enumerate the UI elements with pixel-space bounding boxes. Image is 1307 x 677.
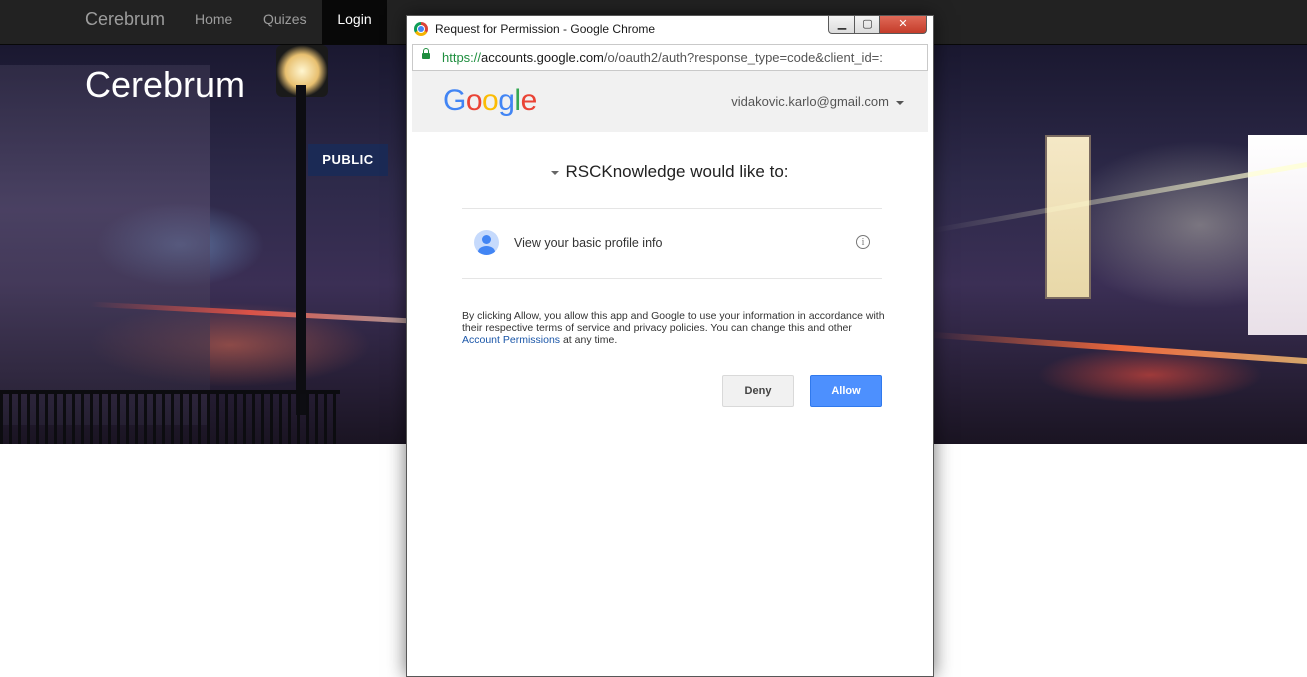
hero-title: Cerebrum [85, 64, 246, 105]
close-button[interactable]: ✕ [879, 16, 927, 34]
public-sign: PUBLIC [308, 144, 388, 176]
window-titlebar[interactable]: Request for Permission - Google Chrome ▁… [407, 16, 933, 43]
minimize-button[interactable]: ▁ [828, 16, 856, 34]
request-title[interactable]: RSCKnowledge would like to: [412, 162, 928, 182]
consent-page: Google vidakovic.karlo@gmail.com RSCKnow… [412, 71, 928, 676]
url-scheme: https:// [442, 50, 482, 65]
url-text[interactable]: https://accounts.google.com/o/oauth2/aut… [442, 45, 922, 70]
person-icon [474, 230, 499, 255]
hero-building-left [0, 65, 210, 425]
info-icon[interactable]: i [856, 235, 870, 249]
scope-item: View your basic profile info i [462, 209, 882, 278]
google-header: Google vidakovic.karlo@gmail.com [412, 71, 928, 132]
navbar-brand[interactable]: Cerebrum [85, 0, 165, 44]
url-host: accounts.google.com [481, 50, 604, 65]
hero-shop-window [1045, 135, 1091, 299]
light-streak [930, 331, 1307, 365]
url-path: /o/oauth2/auth?response_type=code&client… [603, 50, 883, 65]
railing [0, 390, 340, 444]
deny-button[interactable]: Deny [722, 375, 794, 407]
window-title: Request for Permission - Google Chrome [435, 22, 656, 36]
chevron-down-icon [896, 100, 904, 105]
google-logo: Google [443, 84, 537, 117]
permission-popup-window: Request for Permission - Google Chrome ▁… [406, 15, 934, 677]
request-title-text: RSCKnowledge would like to: [565, 162, 789, 181]
lamp-post [296, 85, 306, 415]
nav-link-home[interactable]: Home [195, 0, 232, 44]
chrome-icon [414, 22, 428, 36]
account-email: vidakovic.karlo@gmail.com [731, 94, 889, 109]
nav-link-login[interactable]: Login [322, 0, 387, 44]
account-permissions-link[interactable]: Account Permissions [462, 334, 560, 346]
maximize-button[interactable]: ▢ [854, 16, 881, 34]
nav-link-quizes[interactable]: Quizes [263, 0, 307, 44]
lock-icon [422, 48, 430, 59]
allow-button[interactable]: Allow [810, 375, 882, 407]
scope-label: View your basic profile info [514, 236, 663, 250]
divider [462, 278, 882, 279]
account-switcher[interactable]: vidakovic.karlo@gmail.com [731, 71, 904, 132]
caret-down-icon [551, 170, 560, 175]
legal-text: By clicking Allow, you allow this app an… [462, 310, 885, 346]
address-bar[interactable]: https://accounts.google.com/o/oauth2/aut… [412, 44, 928, 71]
